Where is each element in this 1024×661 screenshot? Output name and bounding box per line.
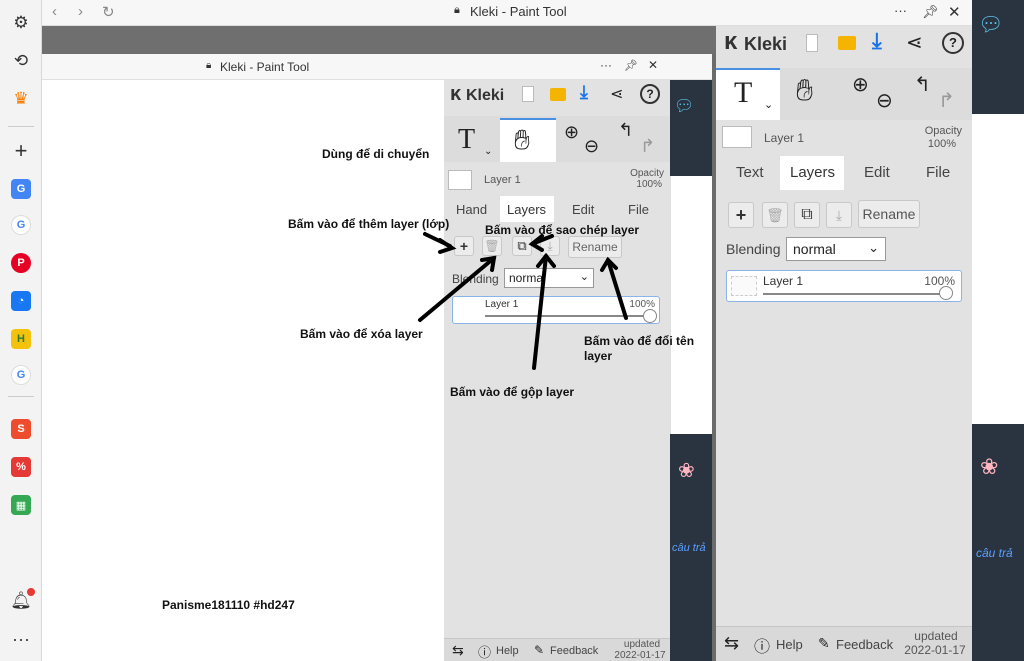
kleki-logo: Kleki (744, 34, 788, 54)
download-icon[interactable]: ⤓ (872, 28, 882, 54)
layer-item-name: Layer 1 (763, 274, 804, 288)
hand-tool-icon[interactable]: ✋︎ (796, 74, 813, 108)
duplicate-layer-button[interactable]: ⧉ (794, 202, 820, 228)
layer-item-opacity: 100% (924, 274, 955, 288)
opacity-slider-track[interactable] (763, 293, 943, 295)
feedback-icon[interactable]: ✎ (818, 635, 830, 652)
bg-white-block (972, 114, 1024, 424)
feedback-link[interactable]: Feedback (836, 637, 893, 652)
tab-edit[interactable]: Edit (864, 164, 890, 181)
chat-icon[interactable]: 💬︎ (978, 12, 1003, 37)
text-tool-icon: T (734, 76, 753, 109)
redo-icon[interactable]: ↱ (938, 88, 955, 113)
blending-select[interactable]: normal ⌄ (786, 237, 886, 261)
new-image-icon[interactable] (806, 34, 818, 52)
merge-layer-button[interactable]: ⤓ (826, 202, 852, 228)
kleki-panel: ᴋ Kleki ⤓ ⋖ ? T ⌄ ✋︎ ⊕ ⊖ ↰ ↱ Layer 1 Opa… (716, 26, 972, 661)
arrow-merge-layer (532, 254, 548, 370)
help-circle-icon[interactable]: ⓘ (754, 633, 770, 657)
text-tool[interactable]: T ⌄ (716, 68, 780, 120)
current-layer-thumbnail (722, 126, 752, 148)
zoom-in-icon[interactable]: ⊕ (852, 72, 869, 97)
updated-label: updated (914, 629, 958, 643)
share-icon[interactable]: ⋖ (906, 30, 923, 55)
updated-date: 2022-01-17 (904, 643, 966, 657)
current-layer-name: Layer 1 (764, 131, 805, 145)
footer: ⇆ ⓘ Help ✎ Feedback updated 2022-01-17 (716, 626, 972, 661)
help-link[interactable]: Help (776, 637, 803, 652)
kleki-logo-icon: ᴋ (724, 28, 738, 55)
opacity-value: 100% (927, 138, 956, 150)
rename-button[interactable]: Rename (858, 200, 920, 228)
tab-layers[interactable]: Layers (790, 164, 835, 181)
undo-icon[interactable]: ↰ (914, 72, 931, 97)
arrow-delete-layer (418, 256, 496, 322)
text-tool-dropdown-icon[interactable]: ⌄ (764, 98, 773, 111)
opacity-label: Opacity (924, 125, 962, 137)
background-text: câu trả (976, 546, 1013, 560)
blending-label: Blending (726, 241, 781, 257)
layer-item[interactable]: Layer 1 100% (726, 270, 962, 302)
help-icon[interactable]: ? (942, 32, 964, 54)
arrow-add-layer-head (438, 238, 457, 254)
lotus-icon: ❀ (980, 454, 999, 479)
tab-text[interactable]: Text (736, 164, 764, 181)
add-layer-button[interactable]: + (728, 202, 754, 228)
tab-file[interactable]: File (926, 164, 950, 181)
opacity-slider-thumb[interactable] (939, 286, 953, 300)
page-background-right: 💬︎ ❀ câu trả (972, 0, 1024, 661)
zoom-out-icon[interactable]: ⊖ (876, 88, 893, 113)
select-chevron-icon: ⌄ (868, 240, 879, 255)
swap-icon[interactable]: ⇆ (724, 633, 739, 654)
layer-item-thumbnail (731, 276, 757, 296)
blending-value: normal (793, 241, 836, 257)
open-folder-icon[interactable] (838, 36, 856, 50)
delete-layer-button[interactable]: 🗑︎ (762, 202, 788, 228)
